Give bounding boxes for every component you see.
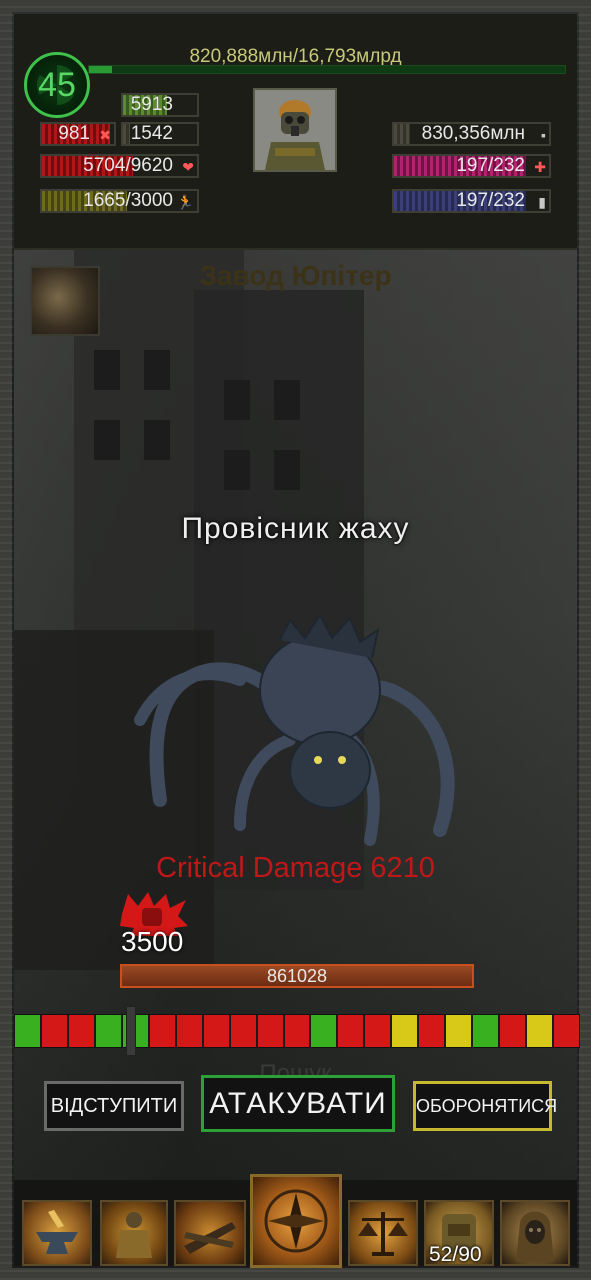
monster-sprite[interactable] (120, 610, 480, 860)
radiation-bar: 197/232 ✚ (392, 154, 551, 178)
timing-segment-green (311, 1015, 339, 1047)
retreat-button[interactable]: ВІДСТУПИТИ (44, 1081, 184, 1131)
stat-defense: 1542 (121, 122, 199, 146)
timing-segment-red (149, 1015, 177, 1047)
timing-segment-red (257, 1015, 285, 1047)
armor-icon (116, 1212, 152, 1258)
damage-number: 3500 (121, 926, 184, 957)
enemy-health-value: 861028 (266, 966, 328, 986)
level-badge[interactable]: 45 (24, 52, 90, 118)
radiation-icon: ✚ (534, 159, 546, 175)
critical-damage-text: Critical Damage 6210 (156, 852, 435, 884)
timing-segment-red (500, 1015, 528, 1047)
defend-button[interactable]: ОБОРОНЯТИСЯ (413, 1081, 557, 1131)
health-bar: 5704/9620 ❤ (40, 154, 199, 178)
timing-segment-red (176, 1015, 204, 1047)
enemy-health-bar: 861028 (120, 964, 474, 988)
stat-damage: 981 ✖ (40, 122, 116, 146)
timing-segment-yellow (392, 1015, 420, 1047)
timing-segment-green (473, 1015, 501, 1047)
scales-icon (358, 1212, 408, 1256)
nav-stalker-icon[interactable] (500, 1200, 570, 1266)
runner-icon: 🏃 (176, 194, 194, 210)
timing-segment-red (338, 1015, 366, 1047)
stat-armor: 5913 (121, 93, 199, 117)
money-icon: ▪ (541, 127, 546, 143)
timing-segment-red (284, 1015, 312, 1047)
timing-segment-red (203, 1015, 231, 1047)
location-name: Завод Юпітер (199, 260, 392, 291)
player-avatar[interactable] (253, 88, 337, 172)
stamina-bar: 1665/3000 🏃 (40, 189, 199, 213)
nav-scales-icon[interactable] (348, 1200, 418, 1266)
timing-segment-red (554, 1015, 580, 1047)
xp-fill (89, 66, 113, 73)
timing-segment-green (95, 1015, 123, 1047)
inventory-count: 52/90 (429, 1243, 482, 1266)
nav-anvil-icon[interactable] (22, 1200, 92, 1266)
ammo-bar: 197/232 ▮ (392, 189, 551, 213)
attack-button[interactable]: АТАКУВАТИ (201, 1075, 395, 1132)
timing-segment-red (41, 1015, 69, 1047)
stalker-avatar-icon (255, 90, 335, 170)
xp-bar (88, 65, 566, 74)
timing-segment-yellow (446, 1015, 474, 1047)
damage-icon: ✖ (99, 127, 111, 143)
nav-armor-icon[interactable] (100, 1200, 168, 1266)
anvil-icon (36, 1210, 78, 1254)
enemy-name: Провісник жаху (181, 512, 410, 545)
timing-segment-red (365, 1015, 393, 1047)
timing-segment-yellow (527, 1015, 555, 1047)
timing-segment-red (419, 1015, 447, 1047)
heart-icon: ❤ (182, 159, 194, 175)
money-display: 830,356млн ▪ (392, 122, 551, 146)
ammo-icon: ▮ (538, 194, 546, 210)
compass-icon (264, 1189, 328, 1253)
level-number: 45 (38, 65, 76, 104)
nav-weapons-icon[interactable] (174, 1200, 246, 1266)
timing-segment-green (15, 1015, 42, 1047)
timing-cursor (126, 1006, 136, 1056)
attack-timing-bar[interactable] (14, 1014, 580, 1048)
stalker-hood-icon (516, 1211, 554, 1262)
nav-compass-icon[interactable] (250, 1174, 342, 1268)
timing-segment-red (230, 1015, 258, 1047)
weapons-icon (184, 1222, 236, 1254)
timing-segment-red (68, 1015, 96, 1047)
